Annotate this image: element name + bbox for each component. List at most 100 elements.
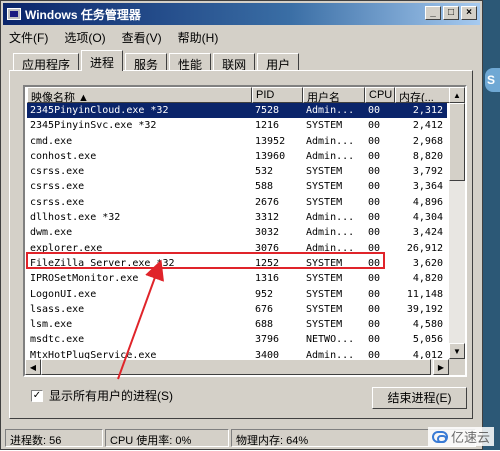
close-button[interactable]: × xyxy=(461,6,477,20)
process-memory: 3,424 xyxy=(412,227,443,239)
process-memory: 4,820 xyxy=(412,273,443,285)
vertical-scrollbar[interactable]: ▲ ▼ xyxy=(449,87,465,359)
scroll-right-icon[interactable]: ▶ xyxy=(433,359,449,375)
process-row[interactable]: IPROSetMonitor.exe 1316 SYSTEM 00 4,820 xyxy=(27,271,447,286)
process-row[interactable]: dllhost.exe *32 3312 Admin... 00 4,304 xyxy=(27,210,447,225)
process-memory: 2,412 xyxy=(412,120,443,132)
process-name: lsm.exe xyxy=(30,319,73,331)
process-cpu: 00 xyxy=(368,105,381,116)
title-bar[interactable]: Windows 任务管理器 _ □ × xyxy=(3,3,480,25)
maximize-button[interactable]: □ xyxy=(443,6,459,20)
process-user: Admin... xyxy=(306,212,355,224)
process-user: SYSTEM xyxy=(306,303,343,315)
process-pid: 1216 xyxy=(255,120,280,132)
column-cpu[interactable]: CPU xyxy=(365,87,395,103)
process-cpu: 00 xyxy=(368,212,381,224)
tab-processes[interactable]: 进程 xyxy=(81,50,124,71)
column-user-name[interactable]: 用户名 xyxy=(303,87,365,103)
scroll-corner xyxy=(449,359,465,375)
tab-services[interactable]: 服务 xyxy=(125,53,168,72)
process-memory: 11,148 xyxy=(406,288,443,300)
menu-file[interactable]: 文件(F) xyxy=(7,27,50,45)
process-user: SYSTEM xyxy=(306,273,343,285)
scroll-left-icon[interactable]: ◀ xyxy=(25,359,41,375)
tab-networking[interactable]: 联网 xyxy=(213,53,256,72)
menu-help[interactable]: 帮助(H) xyxy=(176,27,221,45)
status-cpu-usage: CPU 使用率: 0% xyxy=(105,429,229,447)
column-image-name[interactable]: 映像名称 ▲ xyxy=(27,87,252,103)
process-row[interactable]: LogonUI.exe 952 SYSTEM 00 11,148 xyxy=(27,287,447,302)
process-memory: 39,192 xyxy=(406,303,443,315)
process-memory: 8,820 xyxy=(412,150,443,162)
process-row[interactable]: csrss.exe 532 SYSTEM 00 3,792 xyxy=(27,164,447,179)
process-row[interactable]: csrss.exe 588 SYSTEM 00 3,364 xyxy=(27,179,447,194)
process-name: msdtc.exe xyxy=(30,334,85,346)
minimize-button[interactable]: _ xyxy=(425,6,441,20)
process-memory: 2,312 xyxy=(412,105,443,116)
process-pid: 1316 xyxy=(255,273,280,285)
process-name: csrss.exe xyxy=(30,196,85,208)
menu-options[interactable]: 选项(O) xyxy=(62,27,107,45)
process-name: cmd.exe xyxy=(30,135,73,147)
process-row[interactable]: msdtc.exe 3796 NETWO... 00 5,056 xyxy=(27,332,447,347)
process-name: 2345PinyinCloud.exe *32 xyxy=(30,105,169,116)
process-user: SYSTEM xyxy=(306,120,343,132)
process-name: conhost.exe xyxy=(30,150,97,162)
watermark-text: 亿速云 xyxy=(450,430,490,445)
process-list[interactable]: 映像名称 ▲ PID 用户名 CPU 内存(... 2345PinyinClou… xyxy=(23,85,467,377)
process-name: LogonUI.exe xyxy=(30,288,97,300)
process-row[interactable]: conhost.exe 13960 Admin... 00 8,820 xyxy=(27,149,447,164)
show-all-users-option[interactable]: ✓ 显示所有用户的进程(S) xyxy=(31,387,173,404)
process-row[interactable]: dwm.exe 3032 Admin... 00 3,424 xyxy=(27,225,447,240)
tab-performance[interactable]: 性能 xyxy=(169,53,212,72)
process-name: IPROSetMonitor.exe xyxy=(30,273,139,285)
process-pid: 3032 xyxy=(255,227,280,239)
process-user: Admin... xyxy=(306,227,355,239)
cloud-logo-icon xyxy=(431,430,448,443)
task-manager-icon xyxy=(7,8,21,20)
process-user: SYSTEM xyxy=(306,181,343,193)
show-all-users-label: 显示所有用户的进程(S) xyxy=(49,389,173,403)
process-row[interactable]: csrss.exe 2676 SYSTEM 00 4,896 xyxy=(27,195,447,210)
process-row[interactable]: lsass.exe 676 SYSTEM 00 39,192 xyxy=(27,302,447,317)
process-memory: 2,968 xyxy=(412,135,443,147)
process-cpu: 00 xyxy=(368,227,381,239)
process-row[interactable]: 2345PinyinSvc.exe *32 1216 SYSTEM 00 2,412 xyxy=(27,118,447,133)
process-memory: 4,580 xyxy=(412,319,443,331)
vertical-scroll-thumb[interactable] xyxy=(449,103,465,181)
show-all-users-checkbox[interactable]: ✓ xyxy=(31,389,43,402)
tab-users[interactable]: 用户 xyxy=(257,53,300,72)
process-user: SYSTEM xyxy=(306,288,343,300)
process-name: 2345PinyinSvc.exe *32 xyxy=(30,120,157,132)
process-row[interactable]: 2345PinyinCloud.exe *32 7528 Admin... 00 2,3… xyxy=(27,103,447,119)
process-name: dwm.exe xyxy=(30,227,73,239)
menu-view[interactable]: 查看(V) xyxy=(120,27,164,45)
process-cpu: 00 xyxy=(368,334,381,346)
tab-applications[interactable]: 应用程序 xyxy=(13,53,80,72)
process-user: Admin... xyxy=(306,105,355,116)
process-pid: 2676 xyxy=(255,196,280,208)
process-user: NETWO... xyxy=(306,334,355,346)
process-row[interactable]: lsm.exe 688 SYSTEM 00 4,580 xyxy=(27,317,447,332)
process-pid: 532 xyxy=(255,166,274,178)
scroll-down-icon[interactable]: ▼ xyxy=(449,343,465,359)
process-row[interactable]: cmd.exe 13952 Admin... 00 2,968 xyxy=(27,134,447,149)
process-pid: 688 xyxy=(255,319,274,331)
process-cpu: 00 xyxy=(368,150,381,162)
process-user: Admin... xyxy=(306,150,355,162)
end-process-button[interactable]: 结束进程(E) xyxy=(372,387,467,409)
watermark: 亿速云 xyxy=(427,427,494,446)
horizontal-scroll-thumb[interactable] xyxy=(41,359,431,375)
list-header: 映像名称 ▲ PID 用户名 CPU 内存(... xyxy=(27,87,451,103)
menu-bar: 文件(F) 选项(O) 查看(V) 帮助(H) xyxy=(7,27,220,45)
scroll-up-icon[interactable]: ▲ xyxy=(449,87,465,103)
column-pid[interactable]: PID xyxy=(252,87,303,103)
horizontal-scrollbar[interactable]: ◀ ▶ xyxy=(25,359,449,375)
process-cpu: 00 xyxy=(368,273,381,285)
process-name: csrss.exe xyxy=(30,166,85,178)
process-memory: 26,912 xyxy=(406,242,443,254)
column-memory[interactable]: 内存(... xyxy=(395,87,451,103)
process-pid: 3796 xyxy=(255,334,280,346)
process-user: SYSTEM xyxy=(306,166,343,178)
status-bar: 进程数: 56 CPU 使用率: 0% 物理内存: 64% xyxy=(5,429,480,447)
